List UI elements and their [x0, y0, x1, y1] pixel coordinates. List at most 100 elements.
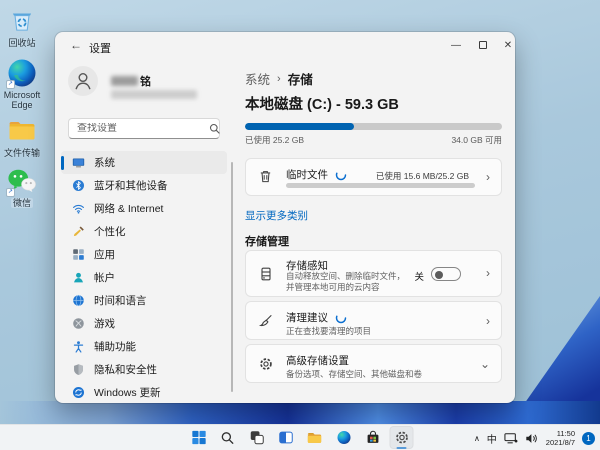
storage-sense-desc-line2: 并管理本地可用的云内容 — [286, 282, 380, 292]
accessibility-person-icon — [73, 341, 84, 353]
search-input[interactable] — [69, 123, 209, 134]
network-icon[interactable] — [504, 432, 518, 445]
system-icon — [72, 158, 85, 168]
toggle-knob — [435, 271, 443, 279]
notification-badge[interactable]: 1 — [582, 431, 595, 445]
ime-indicator[interactable]: 中 — [487, 431, 497, 446]
account-person-icon — [74, 272, 83, 283]
tray-time: 11:50 — [556, 429, 575, 438]
chevron-right-icon: › — [277, 72, 281, 85]
sidebar-item-apps[interactable]: 应用 — [61, 243, 227, 266]
chevron-right-icon: › — [486, 314, 490, 328]
search-icon — [221, 431, 234, 444]
advanced-storage-card[interactable]: 高级存储设置 备份选项、存储空间、其他磁盘和卷 ⌄ — [245, 344, 502, 383]
chevron-right-icon: › — [486, 170, 490, 184]
folder-icon — [7, 116, 37, 146]
temp-files-bar — [286, 183, 475, 188]
sidebar-item-gaming[interactable]: 游戏 — [61, 312, 227, 335]
cleanup-recommendations-card[interactable]: 清理建议 正在查找要清理的项目 › — [245, 301, 502, 340]
back-button[interactable]: ← — [68, 38, 84, 54]
windows-start-icon — [191, 430, 206, 445]
loading-spinner-icon — [335, 312, 347, 323]
settings-gear-icon — [395, 431, 408, 444]
trash-icon — [260, 171, 271, 183]
desktop-icon-recycle-bin[interactable]: 回收站 — [0, 6, 44, 48]
sidebar-item-windows-update[interactable]: Windows 更新 — [61, 381, 227, 403]
taskbar-taskview-button[interactable] — [245, 426, 269, 449]
desktop-icon-label: 文件传输 — [3, 148, 40, 158]
user-account-redacted — [111, 90, 197, 99]
recycle-bin-icon — [7, 6, 37, 36]
bluetooth-icon — [72, 179, 85, 192]
desktop-icon-file-transfer[interactable]: 文件传输 — [0, 116, 44, 158]
sidebar-scrollbar[interactable] — [231, 162, 233, 392]
desktop-icon-wechat[interactable]: ↗ 微信 — [0, 166, 44, 208]
taskbar-start-button[interactable] — [187, 426, 211, 449]
sidebar-item-network[interactable]: 网络 & Internet — [61, 197, 227, 220]
taskbar: ∧ 中 11:50 2021/8/7 1 — [0, 424, 600, 450]
wifi-icon — [73, 204, 84, 214]
storage-sense-icon — [261, 267, 271, 281]
shortcut-arrow-icon: ↗ — [6, 188, 15, 197]
search-box[interactable] — [68, 118, 220, 139]
taskbar-edge-button[interactable] — [332, 426, 356, 449]
storage-sense-toggle[interactable] — [431, 267, 461, 281]
advanced-storage-title: 高级存储设置 — [286, 355, 349, 367]
edge-icon — [337, 431, 350, 444]
brush-icon — [73, 226, 84, 237]
sidebar-item-time-language[interactable]: 时间和语言 — [61, 289, 227, 312]
tray-clock[interactable]: 11:50 2021/8/7 — [546, 429, 575, 447]
sidebar-item-bluetooth-devices[interactable]: 蓝牙和其他设备 — [61, 174, 227, 197]
breadcrumb-parent[interactable]: 系统 — [245, 69, 270, 88]
temp-files-usage: 已使用 15.6 MB/25.2 GB — [375, 171, 469, 181]
chevron-right-icon: › — [486, 266, 490, 280]
sidebar-item-accounts[interactable]: 帐户 — [61, 266, 227, 289]
sidebar-item-privacy-security[interactable]: 隐私和安全性 — [61, 358, 227, 381]
disk-used-label: 已使用 25.2 GB — [245, 135, 305, 145]
taskbar-widgets-button[interactable] — [274, 426, 298, 449]
temp-files-card[interactable]: 临时文件 已使用 15.6 MB/25.2 GB › — [245, 158, 502, 196]
edge-icon: ↗ — [6, 58, 37, 89]
wallpaper-bloom-bottom — [0, 401, 600, 424]
user-name-redacted — [111, 76, 138, 86]
sidebar-item-system[interactable]: 系统 — [61, 151, 227, 174]
xbox-icon — [73, 318, 84, 329]
sidebar-item-accessibility[interactable]: 辅助功能 — [61, 335, 227, 358]
loading-spinner-icon — [335, 169, 347, 180]
show-more-categories-link[interactable]: 显示更多类别 — [245, 208, 308, 223]
wechat-icon: ↗ — [6, 166, 37, 197]
breadcrumb: 系统 › 存储 — [245, 69, 313, 88]
main-content: 系统 › 存储 本地磁盘 (C:) - 59.3 GB 已使用 25.2 GB … — [245, 32, 502, 403]
storage-sense-card[interactable]: 存储感知 自动释放空间、删除临时文件， 并管理本地可用的云内容 关 › — [245, 250, 502, 297]
sidebar-nav: 系统 蓝牙和其他设备 网络 & Internet 个性化 应用 帐户 时间和语言… — [61, 151, 227, 403]
user-name: 铭 — [111, 73, 151, 89]
taskbar-search-button[interactable] — [216, 426, 240, 449]
toggle-state-label: 关 — [414, 272, 424, 283]
taskbar-explorer-button[interactable] — [303, 426, 327, 449]
desktop-icon-label: Microsoft Edge — [3, 90, 41, 110]
update-icon — [72, 386, 85, 399]
disk-usage-bar — [245, 123, 502, 130]
microsoft-store-icon — [367, 430, 378, 443]
cleanup-title: 清理建议 — [286, 312, 328, 324]
tray-expand-button[interactable]: ∧ — [474, 434, 480, 443]
file-explorer-icon — [307, 432, 322, 443]
cleanup-desc: 正在查找要清理的项目 — [286, 326, 372, 336]
shield-icon — [74, 364, 83, 376]
clock-globe-icon — [73, 294, 84, 307]
avatar[interactable] — [68, 66, 98, 96]
chevron-down-icon: ⌄ — [479, 357, 490, 371]
window-title: 设置 — [89, 43, 111, 55]
shortcut-arrow-icon: ↗ — [6, 80, 15, 89]
temp-files-title: 临时文件 — [286, 169, 328, 181]
taskbar-store-button[interactable] — [361, 426, 385, 449]
storage-management-heading: 存储管理 — [245, 236, 289, 248]
desktop-icon-edge[interactable]: ↗ Microsoft Edge — [0, 58, 44, 110]
volume-icon[interactable] — [525, 432, 539, 445]
sidebar-item-personalization[interactable]: 个性化 — [61, 220, 227, 243]
desktop-icon-label: 回收站 — [8, 38, 36, 48]
broom-icon — [258, 315, 272, 327]
taskbar-settings-button[interactable] — [389, 426, 414, 449]
disk-usage-fill — [245, 123, 355, 130]
apps-icon — [73, 249, 84, 260]
